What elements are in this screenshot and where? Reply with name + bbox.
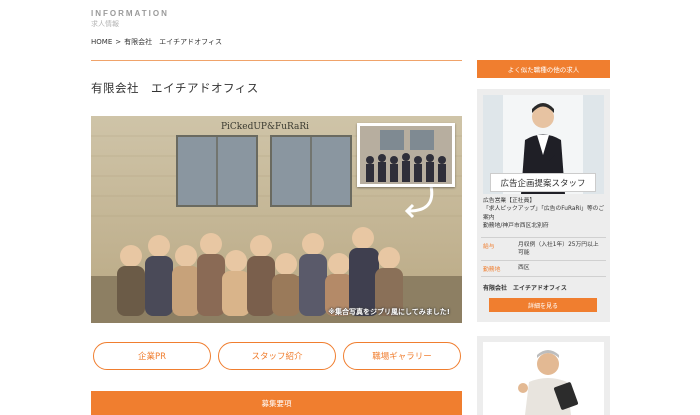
page-title: 有限会社 エイチアドオフィス [91, 81, 259, 95]
spec-value: 西区 [518, 265, 530, 272]
recruitment-details-bar[interactable]: 募集要項 [91, 391, 462, 415]
tab-company-pr[interactable]: 企業PR [93, 342, 211, 370]
job-card-desc-line: 勤務地/神戸市西区北別府 [483, 223, 549, 230]
job-card-company: 有限会社 エイチアドオフィス [483, 285, 567, 292]
spec-value: 月収例（入社1年）25万円以上可能 [518, 242, 599, 257]
sidebar-job-card-2[interactable] [477, 336, 610, 415]
breadcrumb-current: 有限会社 エイチアドオフィス [124, 38, 222, 46]
job-card-desc-line: 「求人ピックアップ」「広告のFuRaRi」等のご案内 [483, 206, 605, 221]
job-card-detail-button[interactable]: 詳細を見る [489, 298, 597, 312]
job-card-2-person-image [483, 342, 604, 415]
breadcrumb-home[interactable]: HOME [91, 38, 112, 46]
job-card-2-photo [483, 342, 604, 415]
hero-inset-photo [357, 123, 455, 187]
job-card-description: 広告営業【正社員】 「求人ピックアップ」「広告のFuRaRi」等のご案内 勤務地… [483, 197, 607, 231]
breadcrumb: HOME > 有限会社 エイチアドオフィス [91, 37, 225, 47]
job-card-desc-line: 広告営業【正社員】 [483, 198, 536, 204]
info-section-sub: 求人情報 [91, 20, 119, 28]
hero-sign-text: PiCkedUP&FuRaRi [221, 122, 309, 132]
job-card-title: 広告企画提案スタッフ [490, 173, 596, 192]
tab-staff-intro[interactable]: スタッフ紹介 [218, 342, 336, 370]
spec-key: 勤務地 [483, 267, 501, 274]
sidebar-heading: よく似た職種の他の求人 [477, 60, 610, 78]
info-section-label: INFORMATION [91, 9, 169, 18]
header-divider [91, 60, 462, 61]
spec-row-location: 勤務地 西区 [481, 260, 606, 278]
hero-image: PiCkedUP&FuRaRi ※集合写真をジブリ風にしてみました! [91, 116, 462, 323]
breadcrumb-separator: > [115, 38, 122, 46]
spec-key: 給与 [483, 244, 495, 250]
spec-row-salary: 給与 月収例（入社1年）25万円以上可能 [481, 237, 606, 260]
hero-caption: ※集合写真をジブリ風にしてみました! [328, 308, 450, 316]
job-card-spec-table: 給与 月収例（入社1年）25万円以上可能 勤務地 西区 [481, 237, 606, 278]
inset-group-photo [360, 126, 452, 184]
tab-workplace-gallery[interactable]: 職場ギャラリー [343, 342, 461, 370]
